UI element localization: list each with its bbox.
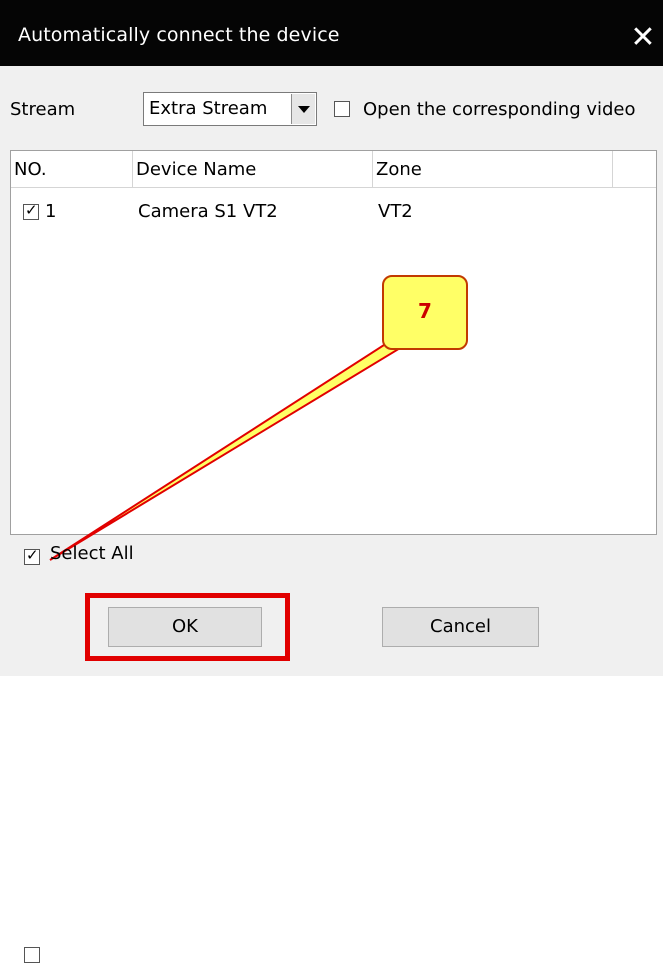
select-all-checkbox-placeholder bbox=[24, 947, 40, 963]
select-all-checkbox[interactable]: ✓ bbox=[24, 546, 40, 565]
check-icon: ✓ bbox=[26, 546, 39, 564]
callout-number: 7 bbox=[418, 299, 432, 323]
auto-connect-dialog: Automatically connect the device ✕ Strea… bbox=[0, 0, 663, 963]
select-all-label: Select All bbox=[50, 543, 134, 564]
callout-badge: 7 bbox=[382, 275, 468, 350]
callout-pointer bbox=[49, 335, 424, 561]
